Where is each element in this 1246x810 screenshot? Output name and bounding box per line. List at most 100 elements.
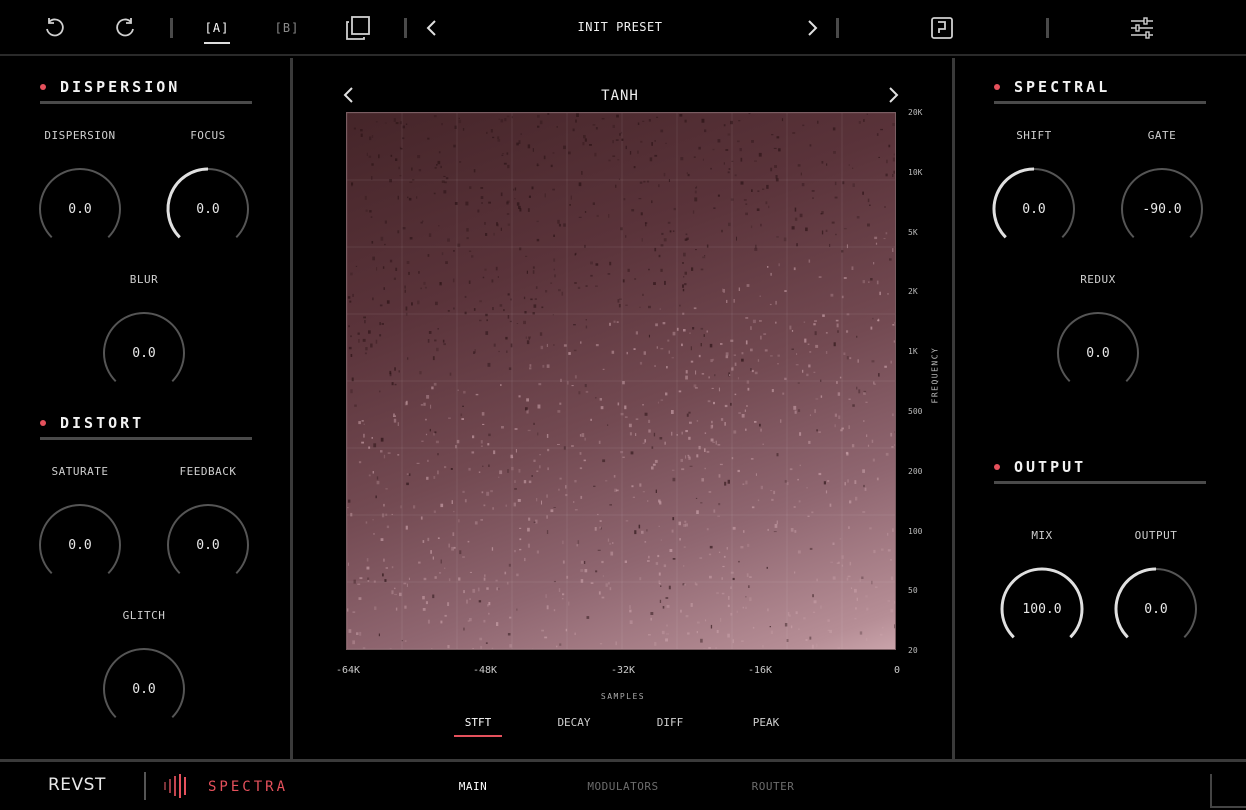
spectrogram-pixel (615, 139, 619, 141)
feedback-knob[interactable]: 0.0 (163, 500, 253, 590)
spectrogram-pixel (542, 364, 545, 368)
preset-prev-button[interactable] (420, 14, 444, 42)
spectrogram-pixel (406, 261, 410, 264)
spectrogram-pixel (516, 608, 518, 611)
spectrogram-pixel (678, 521, 681, 526)
spectrogram-pixel (863, 119, 865, 122)
spectrogram-pixel (658, 184, 660, 188)
spectrogram-pixel (406, 482, 409, 486)
spectrogram-pixel (870, 278, 873, 281)
copy-slot-button[interactable] (344, 14, 372, 42)
preset-name[interactable]: INIT PRESET (520, 20, 720, 34)
spectrogram-pixel (469, 598, 471, 600)
spectrogram-pixel (511, 466, 514, 471)
spectrogram-pixel (493, 232, 495, 236)
spectrogram-pixel (685, 370, 688, 374)
dispersion-knob[interactable]: 0.0 (35, 164, 125, 254)
spectrogram-pixel (462, 405, 464, 407)
knob-value: 0.0 (196, 537, 220, 553)
spectrogram-display[interactable] (346, 112, 896, 650)
spectrogram-pixel (479, 637, 483, 641)
spectrogram-pixel (503, 162, 507, 165)
slot-b-button[interactable]: [B] (274, 14, 300, 42)
spectrogram-pixel (532, 270, 535, 274)
spectrogram-pixel (856, 216, 860, 219)
spectrogram-pixel (651, 142, 653, 146)
settings-menu-button[interactable] (1128, 14, 1156, 42)
spectra-bars-icon (164, 774, 186, 798)
spectrogram-pixel (448, 543, 450, 548)
spectrogram-pixel (380, 437, 384, 442)
view-tab-diff[interactable]: DIFF (640, 716, 700, 735)
redux-knob[interactable]: 0.0 (1053, 308, 1143, 398)
undo-button[interactable] (40, 14, 68, 42)
curve-prev-button[interactable] (342, 86, 356, 108)
spectrogram-pixel (498, 118, 500, 120)
spectrogram-pixel (506, 213, 510, 215)
spectrogram-pixel (609, 322, 611, 326)
saturate-knob[interactable]: 0.0 (35, 500, 125, 590)
gate-knob[interactable]: -90.0 (1117, 164, 1207, 254)
spectrogram-pixel (395, 122, 399, 125)
curve-next-button[interactable] (886, 86, 900, 108)
tab-modulators[interactable]: MODULATORS (553, 780, 693, 793)
spectrogram-pixel (437, 160, 441, 165)
spectrogram-pixel (869, 527, 872, 530)
spectrogram-pixel (763, 333, 767, 335)
spectrogram-pixel (602, 459, 606, 463)
spectrogram-pixel (759, 295, 761, 297)
spectrogram-pixel (717, 515, 720, 517)
glitch-knob[interactable]: 0.0 (99, 644, 189, 734)
spectrogram-pixel (539, 120, 543, 125)
spectrogram-pixel (654, 154, 658, 157)
redo-button[interactable] (112, 14, 140, 42)
spectrogram-pixel (689, 465, 693, 467)
spectrogram-pixel (462, 490, 465, 493)
spectrogram-pixel (730, 402, 732, 406)
output-knob[interactable]: 0.0 (1111, 564, 1201, 654)
panel-divider (952, 58, 955, 761)
spectrogram-pixel (797, 409, 801, 412)
slot-a-button[interactable]: [A] (204, 16, 230, 44)
focus-knob[interactable]: 0.0 (163, 164, 253, 254)
spectrogram-pixel (443, 190, 447, 194)
view-tab-peak[interactable]: PEAK (736, 716, 796, 735)
spectrogram-pixel (389, 648, 392, 649)
spectrogram-pixel (690, 360, 694, 363)
spectrogram-pixel (730, 586, 732, 589)
spectrogram-pixel (402, 125, 405, 129)
spectrogram-pixel (837, 392, 841, 396)
spectrogram-pixel (660, 399, 664, 401)
spectrogram-pixel (773, 531, 777, 533)
spectrogram-pixel (770, 490, 773, 492)
spectrogram-pixel (836, 323, 839, 328)
toolbar-divider (170, 18, 173, 38)
shift-knob[interactable]: 0.0 (989, 164, 1079, 254)
spectrogram-pixel (496, 222, 498, 226)
spectrogram-pixel (872, 317, 874, 320)
spectrogram-pixel (397, 230, 400, 234)
save-preset-button[interactable] (928, 14, 956, 42)
spectrogram-pixel (762, 188, 765, 190)
spectrogram-pixel (734, 362, 737, 366)
resize-handle[interactable] (1210, 774, 1246, 808)
spectrogram-pixel (802, 124, 805, 127)
spectrogram-pixel (360, 133, 363, 137)
view-tab-decay[interactable]: DECAY (544, 716, 604, 735)
spectrogram-pixel (532, 648, 534, 649)
spectrogram-pixel (362, 338, 366, 342)
spectrogram-pixel (832, 127, 836, 131)
spectrogram-pixel (634, 530, 637, 535)
preset-next-button[interactable] (800, 14, 824, 42)
spectrogram-pixel (491, 547, 494, 551)
spectrogram-pixel (616, 321, 619, 323)
spectrogram-pixel (777, 363, 779, 365)
spectrogram-pixel (507, 315, 510, 319)
spectrogram-pixel (737, 469, 740, 473)
tab-router[interactable]: ROUTER (703, 780, 843, 793)
blur-knob[interactable]: 0.0 (99, 308, 189, 398)
tab-main[interactable]: MAIN (403, 780, 543, 793)
view-tab-stft[interactable]: STFT (454, 716, 502, 737)
mix-knob[interactable]: 100.0 (997, 564, 1087, 654)
spectrogram-pixel (893, 340, 895, 343)
